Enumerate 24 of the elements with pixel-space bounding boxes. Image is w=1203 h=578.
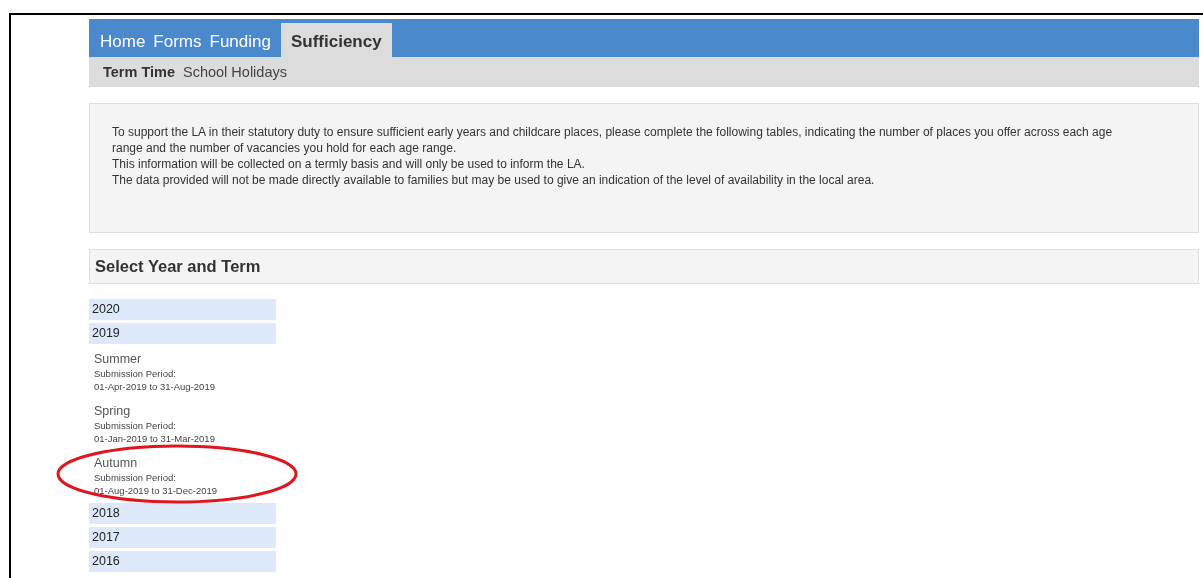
year-item[interactable]: 2020 — [89, 299, 276, 320]
info-text: This information will be collected on a termly basis and will only be used to inform the LA. — [112, 156, 586, 172]
period-label: Submission Period: — [94, 419, 177, 432]
sub-tab[interactable]: School Holidays — [183, 64, 287, 80]
nav-tab[interactable]: Home — [96, 31, 150, 57]
nav-tab[interactable]: Sufficiency — [280, 23, 392, 57]
term-link[interactable]: Autumn — [94, 455, 271, 471]
period-label: Submission Period: — [94, 471, 177, 484]
year-item[interactable]: 2019 — [89, 323, 276, 344]
period-dates: 01-Apr-2019 to 31-Aug-2019 — [94, 380, 216, 393]
term-link[interactable]: Summer — [94, 351, 271, 367]
section-title: Select Year and Term — [95, 257, 261, 276]
info-text: To support the LA in their statutory duty to ensure sufficient early years and childcare places, please complete the following tables, indicating the number of places you offer across each age range and the number of vacancies you hold for each age range. — [112, 124, 1114, 156]
nav-tab[interactable]: Forms — [149, 31, 206, 57]
period-dates: 01-Jan-2019 to 31-Mar-2019 — [94, 432, 216, 445]
term-link[interactable]: Spring — [94, 403, 271, 419]
year-item[interactable]: 2018 — [89, 503, 276, 524]
year-item[interactable]: 2017 — [89, 527, 276, 548]
year-item[interactable]: 2016 — [89, 551, 276, 572]
info-text: The data provided will not be made directly available to families but may be used to give an indication of the level of availability in the local area. — [112, 172, 876, 188]
sub-tab[interactable]: Term Time — [103, 64, 175, 80]
nav-tab[interactable]: Funding — [205, 31, 275, 57]
period-label: Submission Period: — [94, 367, 177, 380]
period-dates: 01-Aug-2019 to 31-Dec-2019 — [94, 484, 219, 497]
